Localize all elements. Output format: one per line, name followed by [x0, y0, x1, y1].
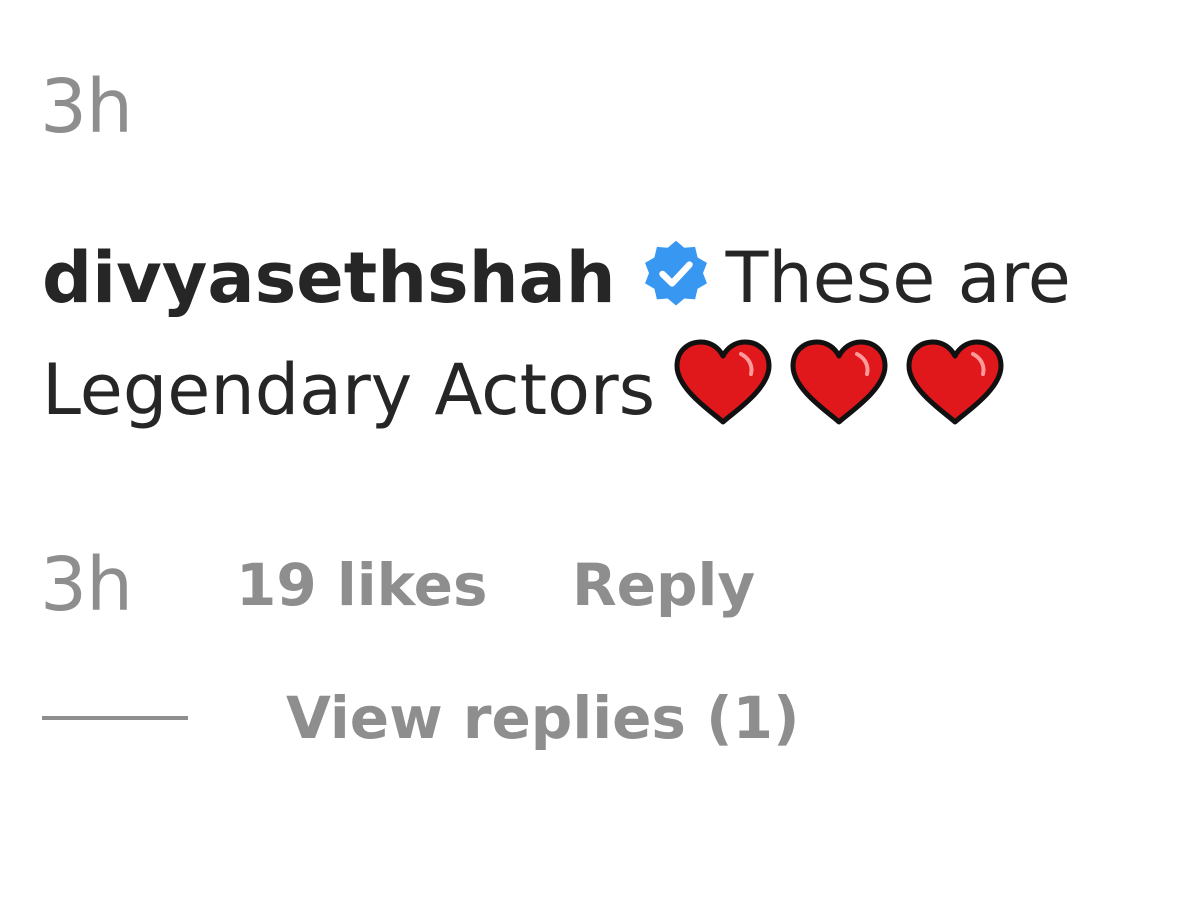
heart-emoji-icon [790, 339, 888, 425]
view-replies-button[interactable]: View replies (1) [42, 676, 800, 760]
previous-comment-timestamp: 3h [40, 64, 133, 150]
comment-body: divyasethshah These are Legendary Actors [42, 222, 1142, 458]
heart-emoji-icon [906, 339, 1004, 425]
replies-divider-line [42, 716, 188, 720]
heart-emoji-icon [674, 339, 772, 425]
comment-meta-row: 3h 19 likes Reply [40, 540, 755, 630]
comment-timestamp[interactable]: 3h [40, 542, 236, 628]
likes-count-button[interactable]: 19 likes [236, 551, 572, 619]
hearts-emoji-group [671, 338, 1019, 458]
reply-button[interactable]: Reply [572, 551, 755, 619]
verified-badge-icon [644, 240, 707, 306]
view-replies-label: View replies (1) [286, 684, 800, 752]
comment-username[interactable]: divyasethshah [42, 237, 616, 319]
